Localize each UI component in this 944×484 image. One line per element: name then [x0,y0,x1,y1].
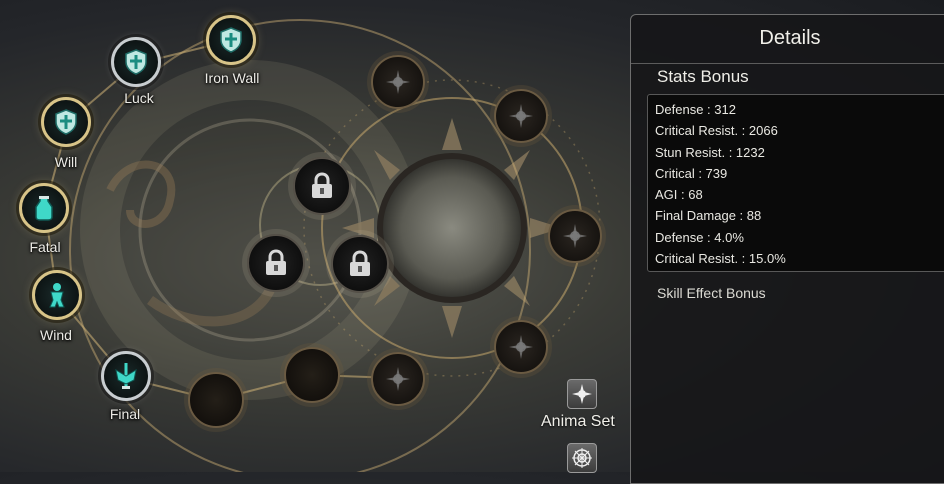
stat-line: AGI : 68 [655,187,703,203]
locked-node-top[interactable] [293,157,351,215]
compass-star-icon [563,224,587,248]
star-node-4[interactable] [494,320,548,374]
skill-label-fatal: Fatal [29,239,61,255]
details-panel: Details Stats Bonus Defense : 312 Critic… [630,14,944,484]
lock-icon [312,172,332,198]
moon-node-2[interactable] [188,372,244,428]
skill-node-luck[interactable] [111,37,161,87]
shield-cross-icon [55,109,77,135]
stat-line: Final Damage : 88 [655,208,762,224]
skill-label-iron-wall: Iron Wall [204,70,260,86]
stat-line: Defense : 4.0% [655,229,744,245]
skill-node-fatal[interactable] [19,183,69,233]
crescent-moon-icon [210,390,220,410]
skill-label-luck: Luck [124,90,154,106]
details-title: Details [759,27,821,49]
skill-label-final: Final [109,406,141,422]
stats-bonus-heading: Stats Bonus [657,67,749,86]
skill-label-wind: Wind [40,327,72,343]
star-node-2[interactable] [494,89,548,143]
skill-node-will[interactable] [41,97,91,147]
locked-node-left[interactable] [247,234,305,292]
skill-effect-bonus-heading: Skill Effect Bonus [657,285,766,301]
stats-bonus-list: Defense : 312 Critical Resist. : 2066 St… [647,94,944,272]
stat-line: Critical Resist. : 15.0% [655,251,786,267]
compass-star-icon [509,104,533,128]
anima-secondary-button[interactable] [567,443,597,473]
stat-line: Defense : 312 [655,102,736,117]
star-node-5[interactable] [371,352,425,406]
lock-icon [350,250,370,276]
vial-icon [35,196,53,221]
star-node-3[interactable] [548,209,602,263]
skill-node-wind[interactable] [32,270,82,320]
star-node-1[interactable] [371,55,425,109]
compass-star-icon [386,70,410,94]
stat-line: Stun Resist. : 1232 [655,144,765,160]
anima-set-label: Anima Set [541,413,615,430]
title-divider [631,63,944,64]
skill-node-final[interactable] [101,351,151,401]
sun-gear-icon [572,384,592,404]
skill-label-will: Will [54,154,78,170]
figure-icon [49,283,65,308]
anima-set-button[interactable] [567,379,597,409]
lock-icon [266,249,286,275]
shield-cross-icon [125,49,147,75]
crescent-moon-icon [306,365,316,385]
web-icon [572,448,592,468]
skill-node-iron-wall[interactable] [206,15,256,65]
compass-star-icon [509,335,533,359]
stat-line: Critical Resist. : 2066 [655,123,778,139]
stat-line: Critical : 739 [655,165,728,181]
locked-node-right[interactable] [331,235,389,293]
shield-cross-icon [220,27,242,53]
moon-node-1[interactable] [284,347,340,403]
sword-wings-icon [115,363,137,389]
compass-star-icon [386,367,410,391]
